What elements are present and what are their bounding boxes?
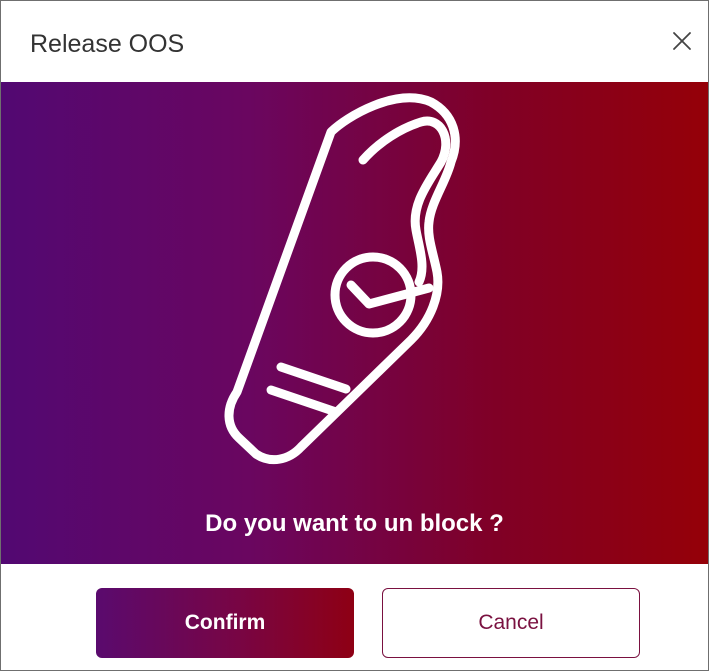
unblock-question: Do you want to un block ? xyxy=(205,510,504,537)
cancel-button[interactable]: Cancel xyxy=(382,588,640,658)
hero-banner: Do you want to un block ? xyxy=(1,82,708,564)
dialog-actions: Confirm Cancel xyxy=(1,564,708,670)
door-hanger-check-icon xyxy=(224,93,460,465)
release-oos-dialog: Release OOS Do you want to un block ? Co… xyxy=(0,0,709,671)
dialog-header: Release OOS xyxy=(1,1,708,82)
close-button[interactable] xyxy=(668,27,696,55)
dialog-title: Release OOS xyxy=(30,30,185,58)
close-icon xyxy=(673,32,691,50)
confirm-button[interactable]: Confirm xyxy=(96,588,354,658)
